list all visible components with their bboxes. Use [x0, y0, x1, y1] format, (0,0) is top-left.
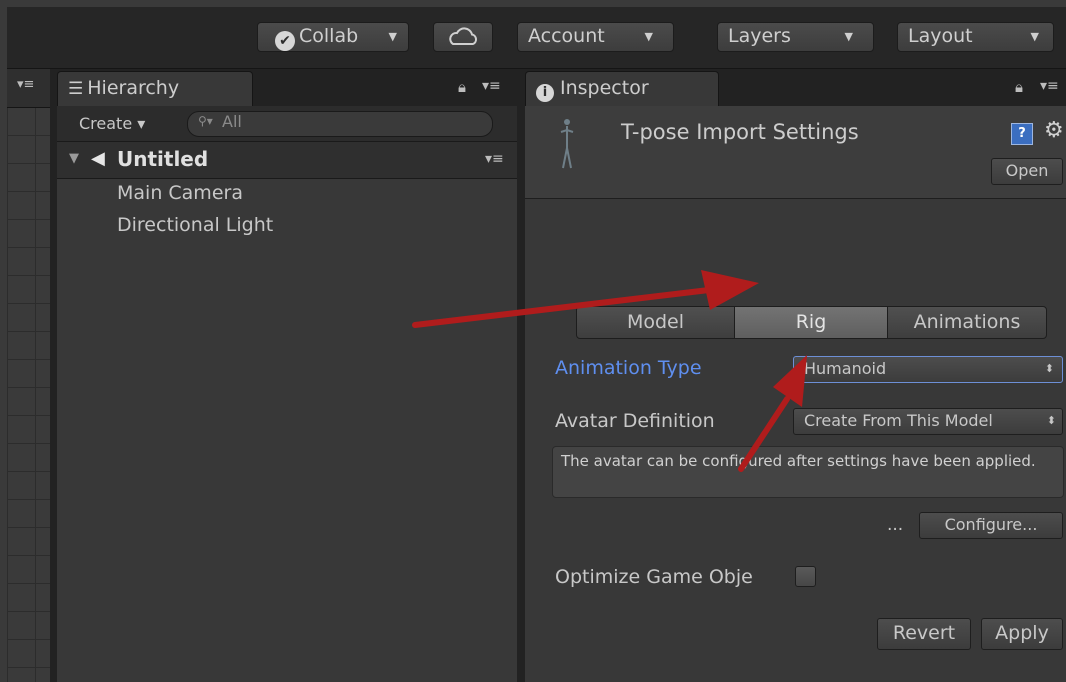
hierarchy-panel: ☰ Hierarchy 🔒︎ ▾≡ Create ▾ ⚲▾ All ▼ ◀ Unt…: [57, 69, 517, 682]
scene-row[interactable]: ▼ ◀ Untitled ▾≡: [57, 142, 517, 179]
panel-menu-icon[interactable]: ▾≡: [1040, 78, 1059, 94]
list-icon: ☰: [68, 79, 84, 99]
tab-animations-label: Animations: [913, 311, 1021, 333]
caret-down-icon: ▼: [644, 30, 653, 43]
caret-down-icon: ▼: [1030, 30, 1039, 43]
info-icon: i: [536, 84, 554, 102]
hierarchy-content: Create ▾ ⚲▾ All ▼ ◀ Untitled ▾≡ Main Cam…: [57, 106, 517, 682]
optimize-game-objects-label: Optimize Game Obje: [555, 566, 753, 588]
account-label: Account: [528, 25, 605, 47]
configure-label: Configure...: [944, 515, 1038, 534]
inspector-header: T-pose Import Settings ? ⚙ Open: [525, 106, 1066, 199]
list-item[interactable]: Directional Light: [117, 214, 273, 236]
up-down-arrow-icon: ⬍: [1044, 362, 1054, 375]
create-dropdown[interactable]: Create ▾: [79, 114, 145, 133]
account-dropdown[interactable]: Account ▼: [517, 22, 674, 52]
unity-logo-icon: ◀: [91, 148, 105, 169]
search-placeholder: All: [222, 112, 242, 131]
revert-button[interactable]: Revert: [877, 618, 971, 650]
apply-label: Apply: [995, 622, 1049, 644]
hierarchy-search-input[interactable]: ⚲▾ All: [187, 111, 493, 137]
tab-model[interactable]: Model: [576, 306, 735, 339]
inspector-tab-label: Inspector: [560, 77, 649, 99]
hierarchy-tab[interactable]: ☰ Hierarchy: [57, 71, 253, 106]
up-down-arrow-icon: ⬍: [1046, 414, 1056, 427]
tab-model-label: Model: [626, 311, 685, 333]
scene-view-partial: [7, 107, 50, 682]
animation-type-label: Animation Type: [555, 357, 702, 379]
inspector-title: T-pose Import Settings: [621, 120, 859, 144]
open-button[interactable]: Open: [991, 158, 1063, 185]
cloud-icon: [449, 27, 478, 45]
inspector-content: T-pose Import Settings ? ⚙ Open Model Ri…: [525, 106, 1066, 682]
gear-icon[interactable]: ⚙: [1044, 118, 1064, 143]
hierarchy-toolbar: Create ▾ ⚲▾ All: [57, 106, 517, 142]
tab-rig-label: Rig: [795, 311, 827, 333]
layout-label: Layout: [908, 25, 973, 47]
layers-label: Layers: [728, 25, 791, 47]
create-label: Create: [79, 114, 133, 133]
model-figure-icon: [560, 119, 574, 169]
avatar-definition-dropdown[interactable]: Create From This Model ⬍: [793, 408, 1063, 435]
optimize-game-objects-checkbox[interactable]: [795, 566, 816, 587]
caret-down-icon: ▼: [844, 30, 853, 43]
collab-label: Collab: [299, 25, 359, 47]
tab-animations[interactable]: Animations: [887, 306, 1047, 339]
foldout-arrow-icon[interactable]: ▼: [69, 151, 79, 166]
cloud-button[interactable]: [433, 22, 493, 52]
help-box: The avatar can be configured after setti…: [552, 446, 1064, 498]
layout-dropdown[interactable]: Layout ▼: [897, 22, 1054, 52]
search-icon: ⚲▾: [198, 114, 213, 128]
list-item[interactable]: Main Camera: [117, 182, 243, 204]
panel-splitter[interactable]: [50, 69, 57, 682]
inspector-panel: i Inspector 🔒︎ ▾≡ T-pose Import Settings …: [525, 69, 1066, 682]
panel-menu-icon[interactable]: ▾≡: [482, 78, 501, 94]
avatar-definition-label: Avatar Definition: [555, 410, 715, 432]
hierarchy-tab-label: Hierarchy: [87, 77, 180, 99]
lock-icon[interactable]: 🔒︎: [458, 78, 466, 96]
open-label: Open: [1005, 161, 1049, 180]
help-icon[interactable]: ?: [1011, 123, 1033, 145]
lock-icon[interactable]: 🔒︎: [1015, 78, 1023, 96]
scene-name: Untitled: [117, 147, 209, 171]
apply-button[interactable]: Apply: [981, 618, 1063, 650]
check-icon: ✔: [275, 31, 295, 51]
ellipsis-text: ...: [887, 515, 904, 535]
animation-type-value: Humanoid: [804, 359, 887, 378]
configure-button[interactable]: Configure...: [919, 512, 1063, 539]
inspector-tab[interactable]: i Inspector: [525, 71, 719, 106]
top-toolbar: ✔ Collab ▼ Account ▼ Layers ▼ Layout ▼: [7, 7, 1066, 69]
panel-splitter[interactable]: [517, 69, 525, 682]
caret-down-icon: ▼: [388, 30, 397, 43]
scene-menu-icon[interactable]: ▾≡: [485, 151, 504, 167]
avatar-definition-value: Create From This Model: [804, 411, 993, 430]
animation-type-dropdown[interactable]: Humanoid ⬍: [793, 356, 1063, 383]
scene-tab-bar: ▾≡: [7, 69, 50, 108]
panel-menu-icon[interactable]: ▾≡: [17, 77, 34, 92]
collab-button[interactable]: ✔ Collab ▼: [257, 22, 409, 52]
editor-window: ✔ Collab ▼ Account ▼ Layers ▼ Layout ▼ ▾≡…: [7, 7, 1066, 682]
tab-rig[interactable]: Rig: [734, 306, 888, 339]
layers-dropdown[interactable]: Layers ▼: [717, 22, 874, 52]
revert-label: Revert: [892, 622, 956, 644]
